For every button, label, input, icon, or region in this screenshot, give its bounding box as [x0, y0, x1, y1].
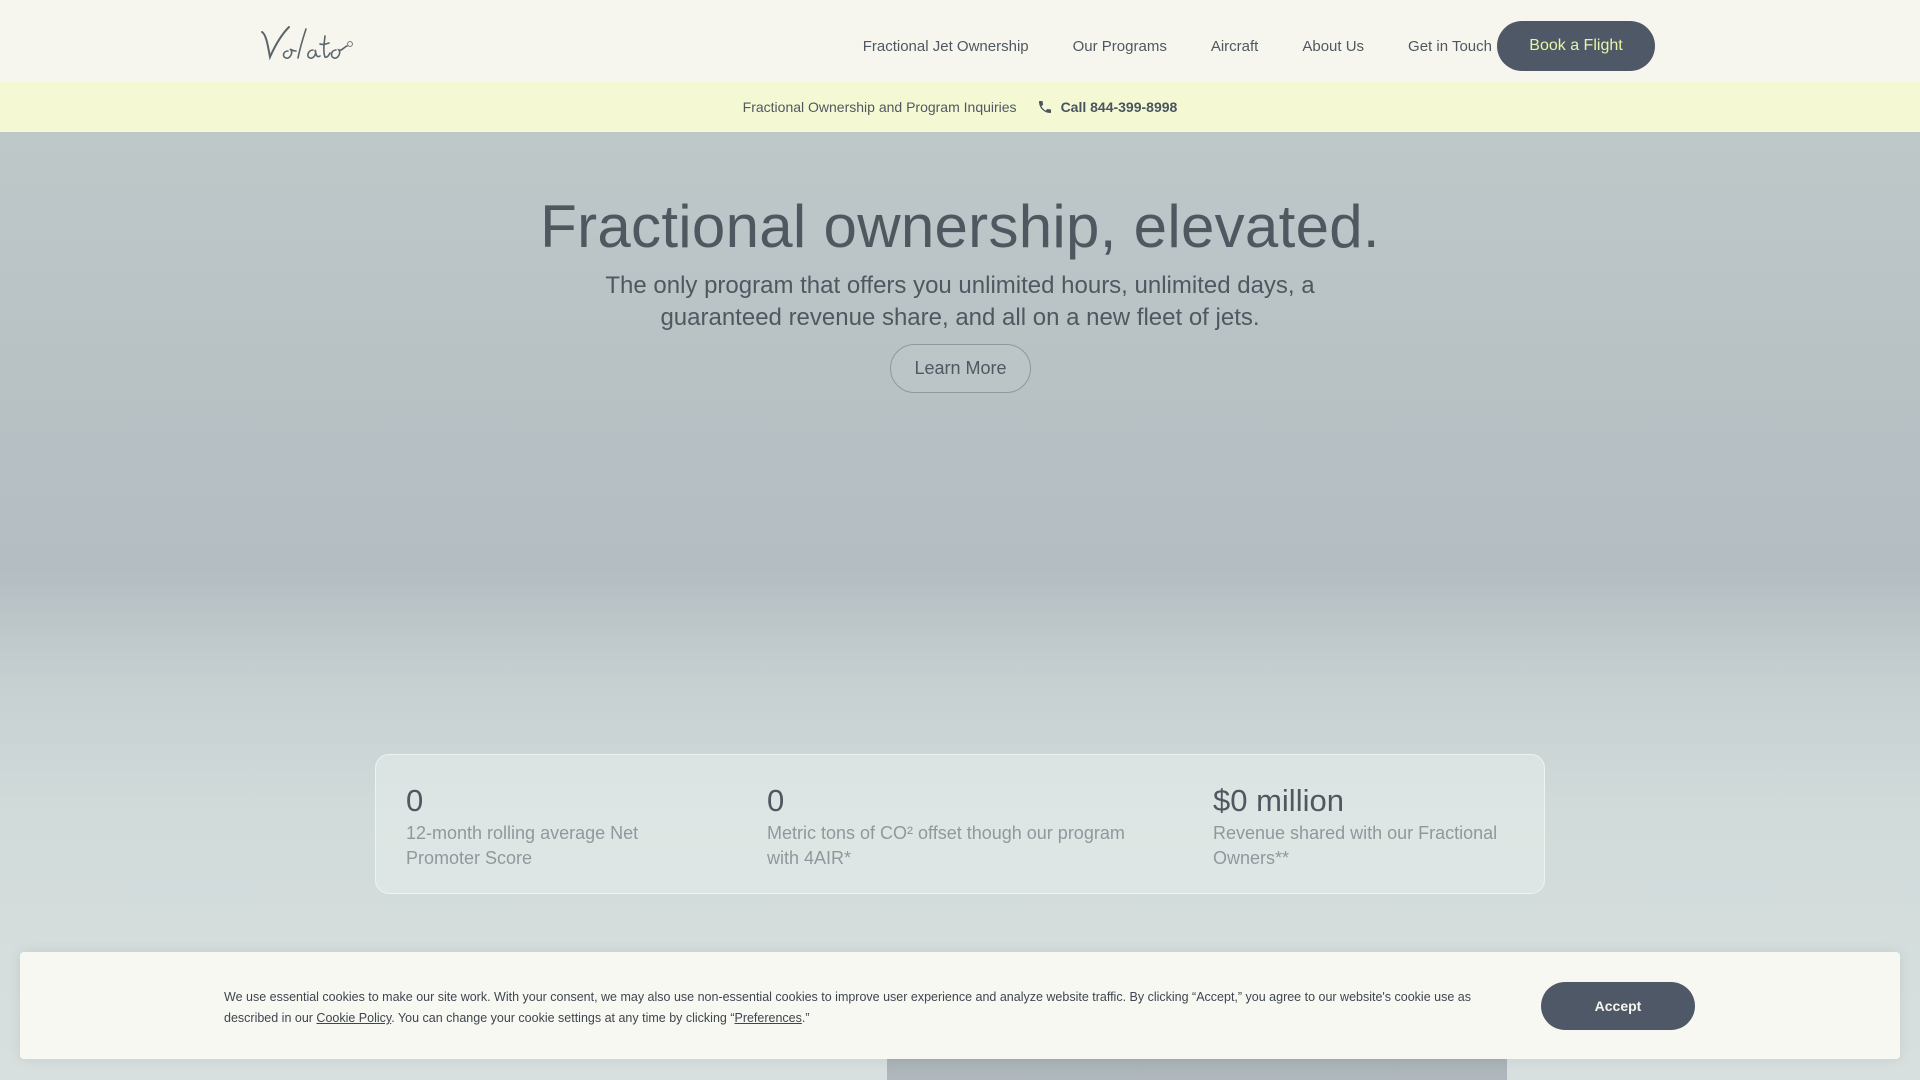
nav-aircraft[interactable]: Aircraft	[1211, 38, 1259, 55]
cookie-accept-button[interactable]: Accept	[1541, 982, 1695, 1030]
site-header: Fractional Jet Ownership Our Programs Ai…	[0, 0, 1920, 82]
cookie-text-part: .”	[801, 1011, 810, 1025]
phone-icon	[1037, 99, 1053, 115]
nav-our-programs[interactable]: Our Programs	[1073, 38, 1167, 55]
stat-net-promoter-score: 0 12-month rolling average Net Promoter …	[406, 781, 676, 871]
hero-section: Fractional ownership, elevated. The only…	[0, 132, 1920, 1080]
phone-number-label: Call 844-399-8998	[1060, 99, 1178, 115]
hero-title: Fractional ownership, elevated.	[540, 193, 1380, 260]
cookie-banner: We use essential cookies to make our sit…	[20, 952, 1900, 1059]
stat-description: Revenue shared with our Fractional Owner…	[1213, 823, 1498, 868]
cookie-text-part: . You can change your cookie settings at…	[391, 1011, 735, 1025]
learn-more-button[interactable]: Learn More	[890, 344, 1031, 393]
stats-card: 0 12-month rolling average Net Promoter …	[375, 754, 1545, 894]
stat-co2-offset: 0 Metric tons of CO² offset though our p…	[767, 781, 1147, 871]
volato-logo-icon	[261, 26, 353, 61]
page: Fractional Jet Ownership Our Programs Ai…	[0, 0, 1920, 1080]
nav-about-us[interactable]: About Us	[1302, 38, 1364, 55]
cookie-consent-text: We use essential cookies to make our sit…	[224, 987, 1514, 1029]
stat-description: 12-month rolling average Net Promoter Sc…	[406, 823, 639, 868]
nav-get-in-touch[interactable]: Get in Touch	[1408, 38, 1492, 55]
announcement-bar: Fractional Ownership and Program Inquiri…	[0, 82, 1920, 132]
main-nav: Fractional Jet Ownership Our Programs Ai…	[863, 0, 1492, 92]
hero-subtitle: The only program that offers you unlimit…	[605, 272, 1315, 331]
stat-value: $0 million	[1213, 783, 1344, 818]
section-image-preview	[887, 1058, 1507, 1080]
announcement-text: Fractional Ownership and Program Inquiri…	[742, 99, 1017, 115]
volato-logo[interactable]	[258, 22, 354, 64]
stat-revenue-shared: $0 million Revenue shared with our Fract…	[1213, 781, 1513, 871]
call-phone-link[interactable]: Call 844-399-8998	[1037, 99, 1178, 115]
nav-fractional-jet-ownership[interactable]: Fractional Jet Ownership	[863, 38, 1029, 55]
cookie-policy-link[interactable]: Cookie Policy	[316, 1011, 391, 1025]
cookie-preferences-link[interactable]: Preferences	[734, 1011, 801, 1025]
stat-description: Metric tons of CO² offset though our pro…	[767, 823, 1125, 868]
stat-value: 0	[406, 783, 424, 818]
book-a-flight-button[interactable]: Book a Flight	[1497, 21, 1655, 71]
stat-value: 0	[767, 783, 785, 818]
